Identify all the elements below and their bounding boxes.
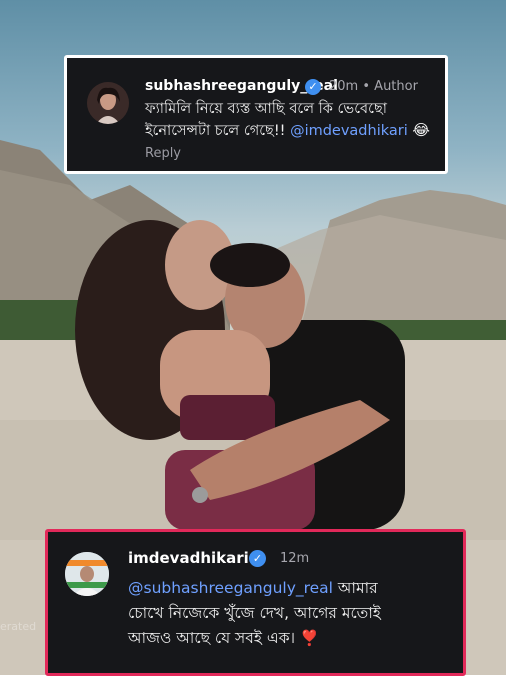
comment-line-2: চোখে নিজেকে খুঁজে দেখ, আগের মতোই <box>128 604 381 622</box>
comment-line-2-text: ইনোসেন্সটা চলে গেছে!! <box>145 123 286 139</box>
avatar[interactable] <box>65 552 109 596</box>
author-label: Author <box>374 79 418 94</box>
comment-line-1: @subhashreeganguly_real আমার <box>128 576 458 601</box>
comment-line-3-text: আজও আছে যে সবই এক। <box>128 629 296 647</box>
verified-badge-icon: ✓ <box>249 550 266 567</box>
separator: • <box>362 79 371 94</box>
comment-line-1-text: আমার <box>333 579 378 597</box>
comment-text: @subhashreeganguly_real আমার চোখে নিজেকে… <box>128 576 458 651</box>
avatar-photo-icon <box>65 552 109 596</box>
heart-exclamation-icon: ❣️ <box>300 629 319 647</box>
comment-line-1: ফ্যামিলি নিয়ে ব্যস্ত আছি বলে কি ভেবেছো <box>145 101 387 117</box>
timestamp: 12m <box>280 551 310 566</box>
author-comment-card: subhashreeganguly_real ✓ 20m • Author ফ্… <box>64 55 448 174</box>
watermark: erated <box>0 620 37 633</box>
avatar-photo-icon <box>87 82 129 124</box>
username[interactable]: imdevadhikari <box>128 549 249 567</box>
reply-button[interactable]: Reply <box>145 146 181 161</box>
comment-text: ফ্যামিলি নিয়ে ব্যস্ত আছি বলে কি ভেবেছো … <box>145 99 445 142</box>
timestamp: 20m <box>329 79 359 94</box>
mention-link[interactable]: @subhashreeganguly_real <box>128 579 333 597</box>
comment-line-2: ইনোসেন্সটা চলে গেছে!! @imdevadhikari 😂 <box>145 120 445 142</box>
avatar[interactable] <box>87 82 129 124</box>
laughing-emoji-icon: 😂 <box>412 121 430 139</box>
comment-line-3: আজও আছে যে সবই এক। ❣️ <box>128 626 458 651</box>
comment-meta: 20m • Author <box>329 79 418 94</box>
reply-comment-card: imdevadhikari ✓ 12m @subhashreeganguly_r… <box>45 529 466 676</box>
mention-link[interactable]: @imdevadhikari <box>290 123 408 139</box>
verified-badge-icon: ✓ <box>305 79 321 95</box>
